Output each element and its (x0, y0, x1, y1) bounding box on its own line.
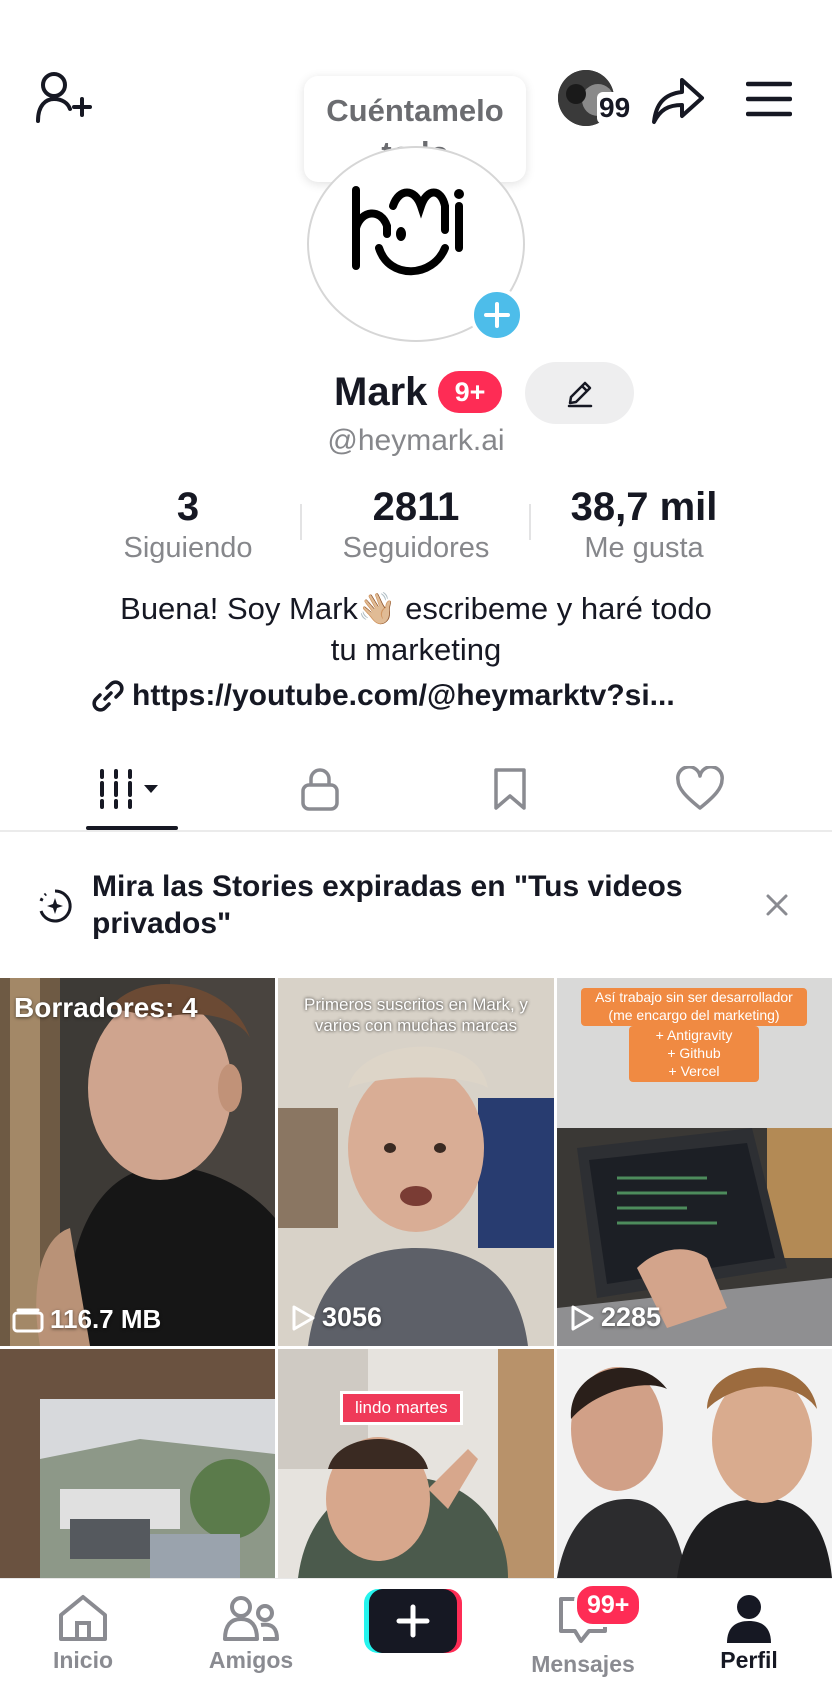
tab-videos[interactable] (72, 745, 192, 833)
stat-label: Siguiendo (123, 532, 253, 564)
video-caption: lindo martes (340, 1391, 463, 1425)
video-views-text: 3056 (322, 1302, 383, 1332)
profile-stats: 3 Siguiendo 2811 Seguidores 38,7 mil Me … (0, 484, 832, 564)
lock-icon (301, 768, 339, 811)
nav-label: Amigos (208, 1647, 294, 1673)
video-tile[interactable]: Primeros suscritos en Mark, y varios con… (278, 978, 554, 1346)
notification-count: 99 (597, 92, 633, 124)
profile-bio: Buena! Soy Mark👋🏼 escribeme y haré todo … (0, 588, 832, 670)
plus-icon (484, 302, 510, 328)
play-icon (292, 1305, 315, 1330)
video-tile[interactable] (0, 1349, 275, 1578)
video-views-text: 2285 (601, 1302, 662, 1332)
video-thumbnail (557, 1349, 832, 1578)
link-icon (92, 680, 124, 712)
edit-profile-button[interactable] (525, 362, 634, 424)
close-icon[interactable] (764, 892, 790, 918)
drafts-count: Borradores: 4 (14, 992, 198, 1023)
video-caption: Primeros suscritos en Mark, y varios con… (304, 995, 528, 1035)
video-caption-box: Así trabajo sin ser desarrollador (me en… (581, 988, 807, 1026)
drafts-size: 116.7 MB (12, 1304, 161, 1335)
video-views: 2285 (569, 1302, 661, 1333)
stat-value: 3 (176, 485, 200, 529)
tab-private[interactable] (260, 745, 380, 833)
name-badge[interactable]: 9+ (438, 371, 502, 413)
video-caption-line: Así trabajo sin ser desarrollador (595, 989, 793, 1005)
drafts-thumbnail (0, 978, 275, 1346)
home-icon (59, 1595, 107, 1641)
share-icon (652, 78, 704, 124)
video-caption-line: + Vercel (668, 1063, 720, 1079)
menu-icon (746, 81, 792, 117)
banner-text: Mira las Stories expiradas en "Tus video… (92, 870, 683, 940)
profile-link-text: https://youtube.com/@heymarktv?si... (132, 679, 675, 712)
video-caption-box: + Antigravity + Github + Vercel (629, 1026, 759, 1082)
stat-label: Seguidores (342, 532, 490, 564)
folder-icon (12, 1308, 44, 1332)
stories-icon (39, 889, 72, 923)
menu-button[interactable] (742, 74, 796, 124)
video-tile[interactable]: lindo martes (278, 1349, 554, 1578)
stat-following[interactable]: 3 Siguiendo (74, 484, 302, 566)
profile-name: Mark (334, 370, 428, 414)
tab-liked[interactable] (640, 745, 760, 833)
create-button[interactable] (364, 1589, 462, 1653)
bio-line: Buena! Soy Mark👋🏼 escribeme y haré todo (120, 591, 712, 626)
video-caption-line: + Github (667, 1045, 721, 1061)
video-grid: Borradores: 4 116.7 MB Primeros suscrito… (0, 978, 832, 1578)
stat-likes[interactable]: 38,7 mil Me gusta (530, 484, 758, 566)
pencil-icon (567, 381, 592, 408)
video-caption-line: (me encargo del marketing) (608, 1007, 780, 1023)
nav-profile[interactable]: Perfil (684, 1593, 814, 1674)
video-caption-line: + Antigravity (655, 1027, 733, 1043)
profile-handle: @heymark.ai (327, 424, 505, 457)
bottom-nav: Inicio Amigos Mensajes 99+ Perfil (0, 1578, 832, 1706)
active-tab-indicator (86, 826, 178, 830)
nav-label: Inicio (52, 1647, 114, 1673)
video-thumbnail (278, 1349, 554, 1578)
nav-label: Perfil (720, 1647, 778, 1673)
video-thumbnail (0, 1349, 275, 1578)
add-user-button[interactable] (30, 64, 96, 130)
profile-link[interactable]: https://youtube.com/@heymarktv?si... (90, 674, 675, 718)
nav-friends[interactable]: Amigos (186, 1593, 316, 1674)
nav-label: Mensajes (531, 1651, 635, 1677)
create-icon (364, 1589, 462, 1653)
heart-icon (676, 766, 724, 810)
video-views: 3056 (290, 1302, 382, 1333)
grid-videos-icon (100, 769, 158, 809)
share-button[interactable] (646, 70, 710, 130)
video-tile[interactable]: Así trabajo sin ser desarrollador (me en… (557, 978, 832, 1346)
stat-label: Me gusta (584, 532, 704, 564)
stat-value: 38,7 mil (570, 485, 718, 529)
drafts-size-text: 116.7 MB (50, 1304, 162, 1334)
tab-saved[interactable] (450, 745, 570, 833)
bookmark-icon (494, 768, 526, 810)
video-tile[interactable] (557, 1349, 832, 1578)
stat-value: 2811 (372, 485, 460, 529)
friends-icon (223, 1596, 279, 1641)
nav-home[interactable]: Inicio (18, 1593, 148, 1674)
bio-line: tu marketing (330, 632, 502, 667)
play-icon (571, 1305, 594, 1330)
profile-icon (727, 1595, 771, 1643)
inbox-badge: 99+ (574, 1583, 643, 1627)
add-story-button[interactable] (470, 288, 524, 342)
profile-tabs (0, 745, 832, 833)
stat-followers[interactable]: 2811 Seguidores (302, 484, 530, 566)
add-user-icon (36, 72, 92, 123)
drafts-tile[interactable]: Borradores: 4 116.7 MB (0, 978, 275, 1346)
